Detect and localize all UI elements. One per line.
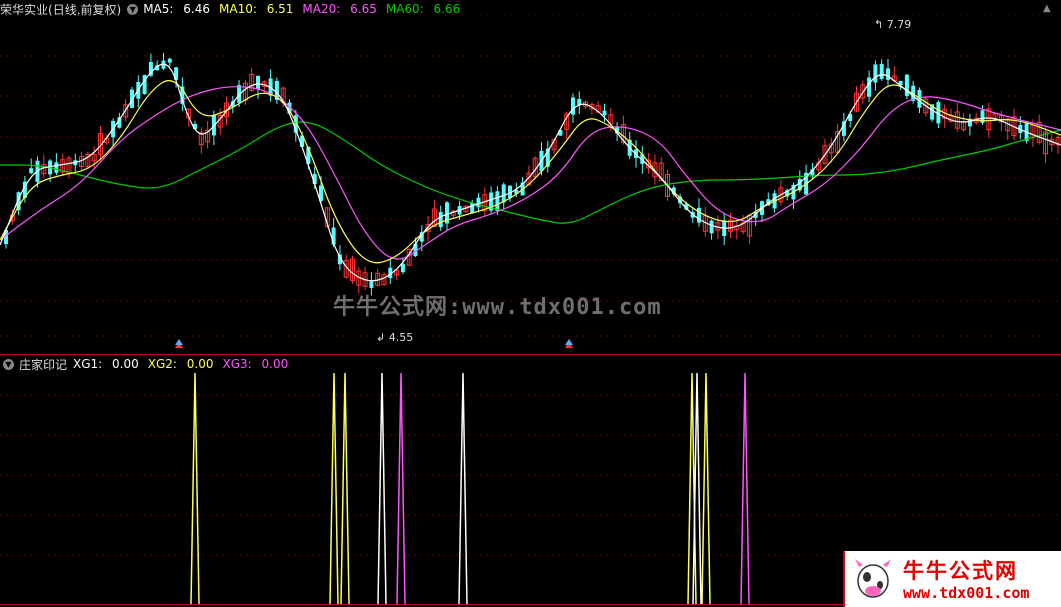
candle-body-down	[602, 110, 607, 116]
candle-body-down	[256, 75, 260, 90]
ma10-line	[0, 80, 1061, 264]
signal-spike	[701, 372, 711, 605]
panel-divider[interactable]	[0, 354, 1061, 355]
candle-body-down	[867, 77, 872, 97]
signal-triangle-icon	[175, 339, 183, 345]
candle-body-down	[438, 212, 443, 228]
signal-spike	[740, 372, 750, 605]
signal-spike	[458, 372, 468, 605]
candle-body-down	[29, 168, 34, 174]
indicator-settings-icon[interactable]: ▼	[3, 358, 14, 370]
candle-body-down	[709, 220, 714, 234]
candle-body-down	[54, 162, 59, 173]
signal-spike	[340, 372, 350, 605]
candle-body-down	[571, 97, 575, 115]
ma5-line	[0, 63, 1061, 282]
high-price-marker: ↰ 7.79	[874, 18, 912, 31]
signal-spike	[396, 372, 406, 605]
candle-body-down	[369, 281, 374, 288]
candle-body-down	[476, 197, 481, 208]
xg1-label: XG1: 0.00	[73, 357, 139, 371]
candle-body-down	[495, 191, 500, 211]
candle-body-down	[879, 63, 884, 80]
chevron-up-icon[interactable]: ▲	[1043, 3, 1053, 14]
low-price-marker: ↲ 4.55	[376, 331, 414, 344]
signal-spike	[190, 372, 200, 605]
candle-body-down	[886, 68, 890, 80]
cow-icon	[855, 559, 891, 598]
candle-body-down	[167, 58, 172, 63]
candle-body-down	[470, 203, 475, 213]
signal-spike	[329, 372, 339, 605]
candle-body-down	[501, 184, 506, 203]
logo-title: 牛牛公式网	[903, 559, 1018, 583]
watermark-text: 牛牛公式网:www.tdx001.com	[333, 295, 662, 320]
site-logo: 牛牛公式网 www.tdx001.com	[843, 551, 1061, 607]
gear-circle-icon[interactable]: ▼	[127, 3, 139, 15]
logo-url: www.tdx001.com	[903, 584, 1030, 602]
xg2-label: XG2: 0.00	[147, 357, 214, 371]
candle-body-down	[400, 263, 405, 273]
signal-triangle-icon	[565, 339, 573, 345]
signal-spike	[377, 372, 387, 605]
xg3-label: XG3: 0.00	[222, 357, 289, 371]
candle-body-down	[873, 64, 878, 83]
